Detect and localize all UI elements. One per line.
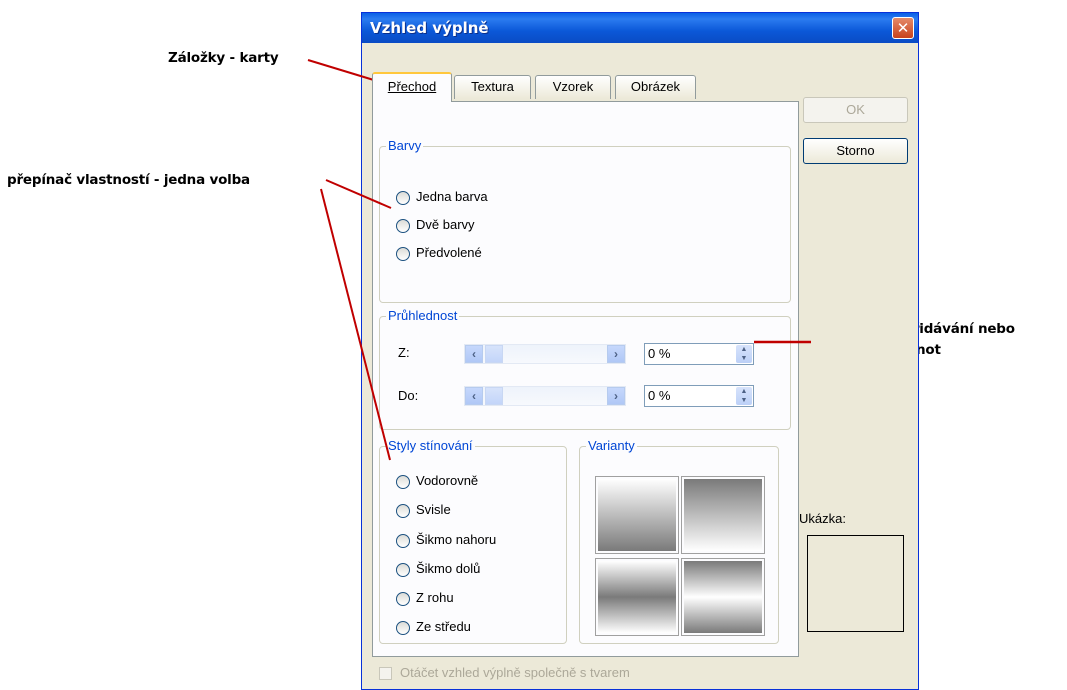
tab-label: Přechod: [387, 79, 437, 94]
annotation-line-radio-bottom: [320, 188, 391, 461]
tab-prechod[interactable]: Přechod: [372, 72, 452, 102]
annotation-lines: [307, 59, 811, 461]
annotation-line-radio-top: [325, 179, 392, 209]
annotation-line-tabs: [307, 59, 378, 82]
